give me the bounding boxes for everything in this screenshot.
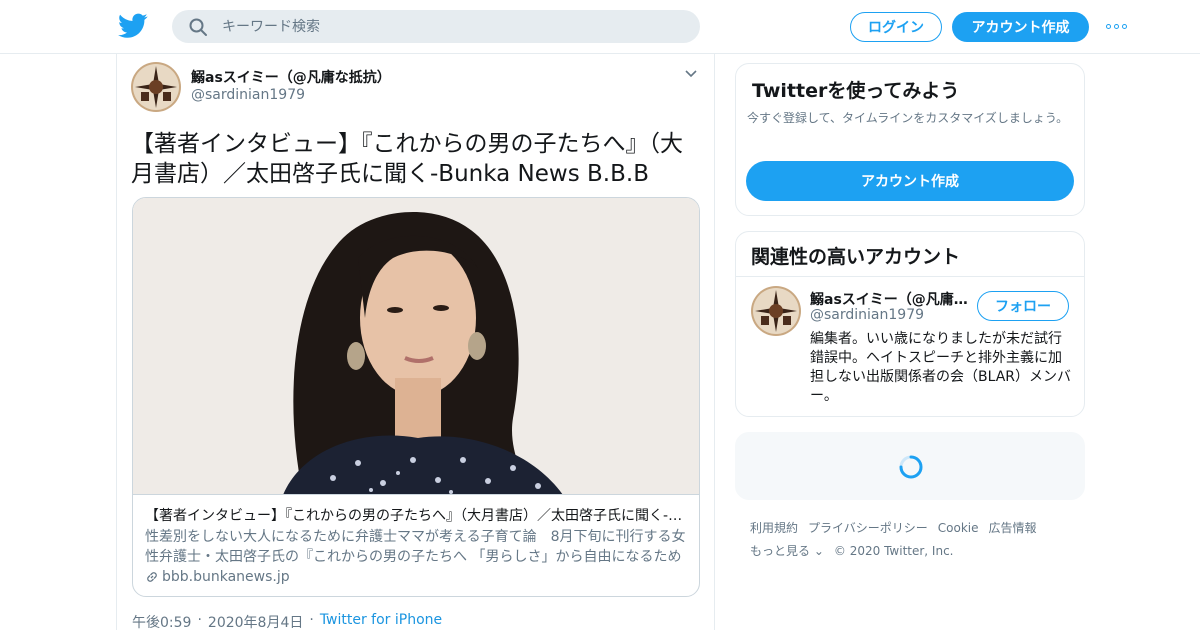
search-icon	[189, 18, 207, 36]
related-account-bio: 編集者。いい歳になりましたが未だ試行錯誤中。ヘイトスピーチと排外主義に加担しない…	[810, 331, 1072, 404]
divider	[736, 276, 1084, 277]
footer: 利用規約 プライバシーポリシー Cookie 広告情報 もっと見る ⌄ © 20…	[750, 517, 1080, 563]
footer-copyright: © 2020 Twitter, Inc.	[833, 544, 954, 558]
footer-link-cookie[interactable]: Cookie	[938, 517, 979, 540]
link-card[interactable]: 【著者インタビュー】『これからの男の子たちへ』（大月書店）／太田啓子氏に聞く-B…	[132, 197, 700, 597]
tweet-date[interactable]: 2020年8月4日	[208, 612, 303, 632]
footer-more-link[interactable]: もっと見る ⌄	[750, 540, 824, 563]
avatar[interactable]	[131, 62, 181, 112]
footer-link-terms[interactable]: 利用規約	[750, 517, 798, 540]
signup-promo-box: Twitterを使ってみよう 今すぐ登録して、タイムラインをカスタマイズしましょ…	[735, 63, 1085, 216]
search-box[interactable]	[172, 10, 700, 43]
signup-button[interactable]: アカウント作成	[952, 12, 1089, 42]
card-image	[133, 198, 699, 495]
separator-dot: ·	[197, 612, 202, 628]
loading-box	[735, 432, 1085, 500]
login-button[interactable]: ログイン	[850, 12, 942, 42]
related-account-handle[interactable]: @sardinian1979	[810, 307, 924, 323]
author-name[interactable]: 鰯asスイミー（@凡庸な抵抗）	[191, 67, 391, 87]
footer-link-privacy[interactable]: プライバシーポリシー	[808, 517, 928, 540]
card-domain: bbb.bunkanews.jp	[145, 569, 290, 585]
loading-spinner-icon	[899, 455, 923, 479]
more-options-icon[interactable]	[1106, 20, 1130, 32]
chevron-down-icon: ⌄	[813, 544, 824, 558]
avatar-image	[751, 286, 801, 336]
separator-dot: ·	[309, 612, 314, 628]
chevron-down-icon[interactable]	[683, 68, 699, 80]
twitter-bird-logo-icon[interactable]	[118, 12, 148, 40]
card-title: 【著者インタビュー】『これからの男の子たちへ』（大月書店）／太田啓子氏に聞く-B…	[145, 508, 690, 524]
related-account-name[interactable]: 鰯asスイミー（@凡庸な抵抗）	[810, 289, 970, 309]
tweet-metadata: 午後0:59 · 2020年8月4日 · Twitter for iPhone	[132, 612, 442, 632]
tweet-column: 鰯asスイミー（@凡庸な抵抗） @sardinian1979 【著者インタビュー…	[116, 54, 715, 632]
create-account-button[interactable]: アカウント作成	[746, 161, 1074, 201]
author-handle[interactable]: @sardinian1979	[191, 87, 305, 103]
related-accounts-title: 関連性の高いアカウント	[751, 246, 961, 268]
tweet-time[interactable]: 午後0:59	[132, 612, 191, 632]
related-account-avatar[interactable]	[751, 286, 801, 336]
signup-promo-description: 今すぐ登録して、タイムラインをカスタマイズしましょう。	[747, 111, 1069, 125]
signup-promo-title: Twitterを使ってみよう	[752, 80, 960, 102]
avatar-image	[131, 62, 181, 112]
follow-button[interactable]: フォロー	[977, 291, 1069, 321]
link-icon	[147, 572, 157, 582]
footer-link-ads[interactable]: 広告情報	[989, 517, 1037, 540]
card-domain-text: bbb.bunkanews.jp	[162, 569, 290, 585]
related-accounts-box: 関連性の高いアカウント 鰯asスイミー（@凡庸な抵抗） @sardinian19…	[735, 231, 1085, 417]
card-description: 性差別をしない大人になるために弁護士ママが考える子育て論 8月下旬に刊行する女性…	[145, 529, 686, 565]
tweet-source-link[interactable]: Twitter for iPhone	[320, 612, 442, 632]
top-bar: ログイン アカウント作成	[0, 0, 1200, 54]
search-input[interactable]	[222, 10, 682, 43]
tweet-text: 【著者インタビュー】『これからの男の子たちへ』（大月書店）／太田啓子氏に聞く-B…	[131, 131, 683, 187]
